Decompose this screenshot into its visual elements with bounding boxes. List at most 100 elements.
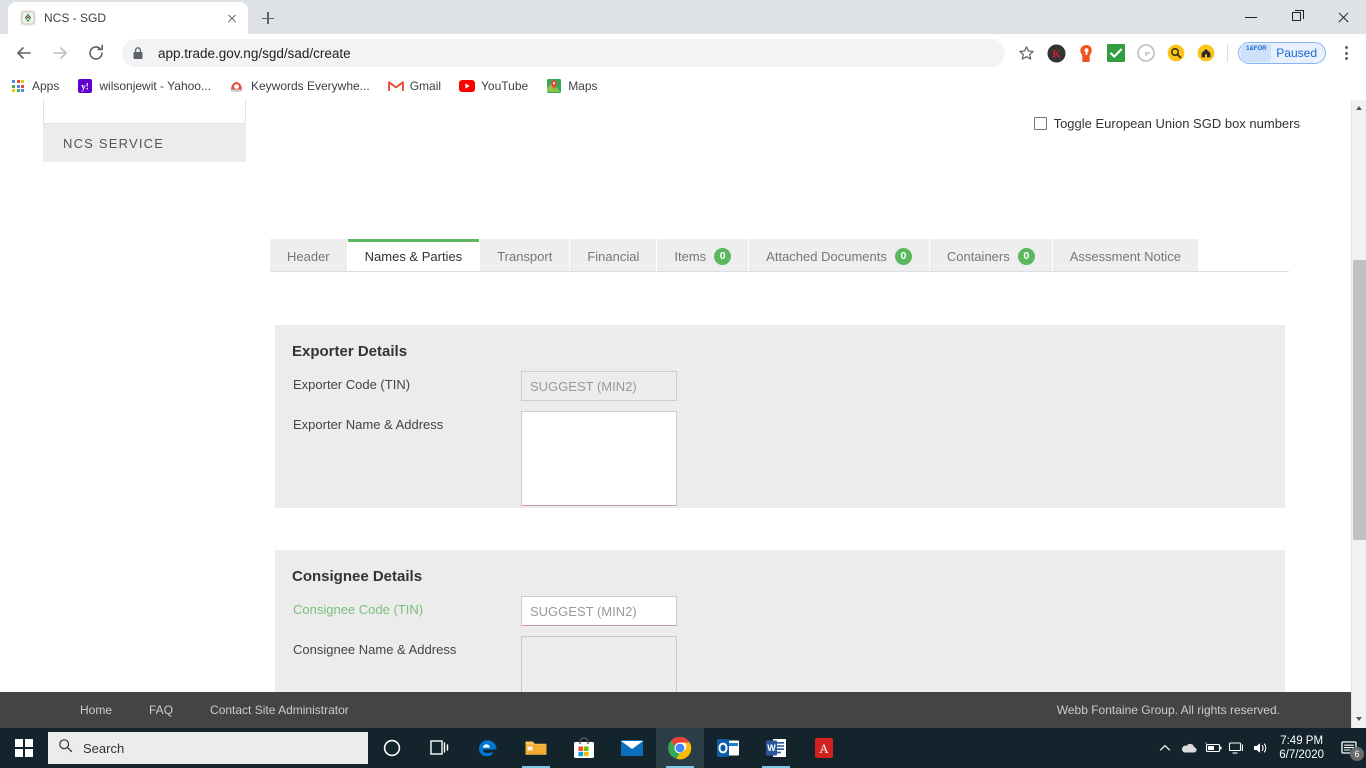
tab-label: Financial [587,249,640,264]
scrollbar-thumb[interactable] [1353,260,1366,540]
page-scrollbar[interactable] [1351,100,1366,728]
tab-containers[interactable]: Containers 0 [929,239,1052,271]
close-icon[interactable] [224,10,240,26]
notifications-badge: 6 [1350,747,1364,761]
checkbox[interactable] [1033,117,1047,130]
svg-text:W: W [767,743,776,753]
tab-badge: 0 [1017,248,1035,265]
chrome-icon[interactable] [656,728,704,768]
nigeria-coat-of-arms-icon [20,10,36,26]
scroll-down-icon[interactable] [1352,711,1366,728]
tab-badge: 0 [714,248,732,265]
outlook-icon[interactable] [704,728,752,768]
bookmark-yahoo[interactable]: y! wilsonjewit - Yahoo... [77,78,211,94]
svg-text:y!: y! [82,82,90,92]
field-exporter-code: Exporter Code (TIN) SUGGEST (MIN2) [275,371,1285,401]
bookmark-apps[interactable]: Apps [10,78,59,94]
system-tray: 7:49 PM 6/7/2020 6 [1153,728,1366,768]
battery-icon[interactable] [1201,728,1225,768]
network-icon[interactable] [1225,728,1249,768]
windows-taskbar: Search W A 7:49 PM 6/7/2020 6 [0,728,1366,768]
browser-toolbar: app.trade.gov.ng/sgd/sad/create K 1&FOR … [0,34,1366,72]
tab-label: Containers [946,249,1010,264]
minimize-icon[interactable] [1228,0,1274,34]
clock[interactable]: 7:49 PM 6/7/2020 [1279,734,1324,762]
field-exporter-name-address: Exporter Name & Address [275,411,1285,506]
field-consignee-code: Consignee Code (TIN) SUGGEST (MIN2) [275,596,1285,626]
paused-extension-pill[interactable]: 1&FOR Paused [1238,42,1326,64]
bookmark-youtube[interactable]: YouTube [459,78,528,94]
keywords-everywhere-extension-icon[interactable] [1163,40,1189,66]
file-explorer-icon[interactable] [512,728,560,768]
microsoft-store-icon[interactable] [560,728,608,768]
tab-items[interactable]: Items 0 [657,239,749,271]
search-icon [58,738,73,758]
honey-extension-icon[interactable] [1073,40,1099,66]
bookmark-keywords-everywhere[interactable]: Keywords Everywhe... [229,78,370,94]
footer-link-faq[interactable]: FAQ [149,703,173,717]
panel-title: Exporter Details [292,343,408,360]
task-view-icon[interactable] [416,728,464,768]
tab-label: Items [674,249,707,264]
edge-icon[interactable] [464,728,512,768]
bookmark-gmail[interactable]: Gmail [387,78,442,94]
mail-icon[interactable] [608,728,656,768]
bookmark-label: Maps [568,79,598,93]
tab-badge: 0 [894,248,912,265]
maximize-icon[interactable] [1274,0,1320,34]
close-window-icon[interactable] [1320,0,1366,34]
bookmark-star-icon[interactable] [1013,40,1039,66]
window-controls [1228,0,1366,34]
bookmark-label: wilsonjewit - Yahoo... [99,79,211,93]
tab-financial[interactable]: Financial [570,239,657,271]
sidebar-item-ncs-service[interactable]: NCS SERVICE [43,124,246,162]
scroll-up-icon[interactable] [1352,100,1366,117]
browser-tab[interactable]: NCS - SGD [8,2,248,34]
exporter-code-input[interactable]: SUGGEST (MIN2) [521,371,677,401]
kebab-menu-icon[interactable] [1332,39,1360,67]
back-arrow-icon[interactable] [9,38,39,68]
address-bar[interactable]: app.trade.gov.ng/sgd/sad/create [122,39,1006,67]
apps-grid-icon [10,78,26,94]
adobe-acrobat-icon[interactable]: A [800,728,848,768]
footer-link-home[interactable]: Home [80,703,112,717]
forward-arrow-icon[interactable] [45,38,75,68]
sidebar: NCS SERVICE [43,100,246,162]
lock-icon [132,46,148,60]
notifications-icon[interactable]: 6 [1332,728,1366,768]
footer-link-contact-site-administrator[interactable]: Contact Site Administrator [210,703,349,717]
bookmark-maps[interactable]: Maps [546,78,598,94]
tab-assessment-notice[interactable]: Assessment Notice [1052,239,1198,271]
search-placeholder: Search [83,740,125,756]
page-viewport: NCS SERVICE Toggle European Union SGD bo… [0,100,1366,728]
reload-icon[interactable] [81,38,111,68]
home-extension-icon[interactable] [1193,40,1219,66]
tab-attached-documents[interactable]: Attached Documents 0 [749,239,929,271]
kaspersky-extension-icon[interactable]: K [1043,40,1069,66]
consignee-code-input[interactable]: SUGGEST (MIN2) [521,596,677,626]
paused-extension-logo: 1&FOR [1241,44,1272,62]
field-label: Exporter Code (TIN) [293,377,411,392]
grammarly-extension-icon[interactable] [1133,40,1159,66]
toggle-eu-sgd-box-numbers[interactable]: Toggle European Union SGD box numbers [1033,116,1300,131]
cortana-icon[interactable] [368,728,416,768]
tab-header[interactable]: Header [270,239,347,271]
tab-names-and-parties[interactable]: Names & Parties [347,239,480,271]
windows-start-icon[interactable] [0,728,48,768]
tab-transport[interactable]: Transport [480,239,570,271]
word-icon[interactable]: W [752,728,800,768]
google-maps-icon [546,78,562,94]
volume-icon[interactable] [1249,728,1273,768]
toggle-label: Toggle European Union SGD box numbers [1053,116,1300,131]
field-label: Consignee Name & Address [293,642,457,657]
onedrive-icon[interactable] [1177,728,1201,768]
new-tab-button[interactable] [254,4,282,32]
show-hidden-icons-icon[interactable] [1153,728,1177,768]
panel-exporter-details: Exporter Details Exporter Code (TIN) SUG… [275,325,1285,508]
gmail-icon [387,78,404,94]
search-input[interactable]: Search [48,732,368,764]
checkmark-extension-icon[interactable] [1103,40,1129,66]
tab-title: NCS - SGD [44,11,107,25]
exporter-name-address-textarea[interactable] [521,411,677,506]
bookmark-label: Gmail [409,79,442,93]
